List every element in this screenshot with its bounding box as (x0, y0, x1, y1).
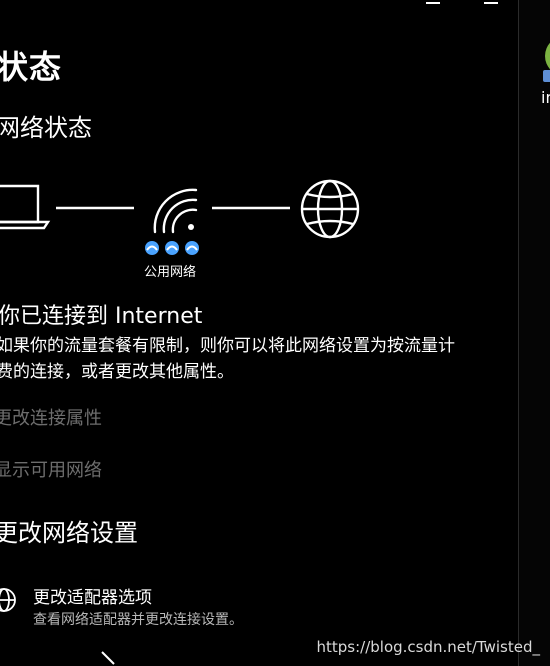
app-label: in (541, 88, 550, 107)
chevron-icon (101, 651, 115, 665)
globe-adapter-icon (0, 588, 16, 612)
description-line: 费的连接，或者更改其他属性。 (0, 362, 234, 382)
network-status-heading: 网络状态 (0, 114, 92, 142)
page-title: 状态 (0, 48, 63, 86)
badge-icon (185, 241, 199, 255)
adapter-options-description: 查看网络适配器并更改连接设置。 (33, 612, 243, 628)
change-adapter-options-item[interactable]: 更改适配器选项 查看网络适配器并更改连接设置。 (0, 580, 390, 630)
right-app-strip: in (519, 0, 550, 666)
wifi-icon (153, 188, 198, 234)
adapter-options-title: 更改适配器选项 (33, 588, 152, 608)
connection-status-title: 你已连接到 Internet (0, 304, 203, 329)
minimize-icon[interactable] (426, 0, 440, 4)
change-connection-properties-link[interactable]: 更改连接属性 (0, 404, 102, 430)
description-line: 如果你的流量套餐有限制，则你可以将此网络设置为按流量计 (0, 336, 455, 356)
change-network-settings-heading: 更改网络设置 (0, 519, 138, 547)
settings-main-pane: 状态 网络状态 公用网络 你已连接到 Internet 如果你的流量套餐有限制，… (0, 0, 518, 666)
laptop-icon (0, 184, 51, 230)
network-type-label: 公用网络 (144, 265, 197, 280)
app-badge-icon (543, 70, 550, 82)
window-control-icon[interactable] (484, 0, 498, 4)
globe-icon (300, 179, 360, 239)
show-available-networks-link[interactable]: 显示可用网络 (0, 456, 102, 482)
connection-description: 如果你的流量套餐有限制，则你可以将此网络设置为按流量计 费的连接，或者更改其他属… (0, 333, 516, 385)
badge-icon (165, 241, 179, 255)
badge-icon (145, 241, 159, 255)
watermark: https://blog.csdn.net/Twisted_ (316, 638, 540, 656)
network-badges (145, 241, 199, 255)
